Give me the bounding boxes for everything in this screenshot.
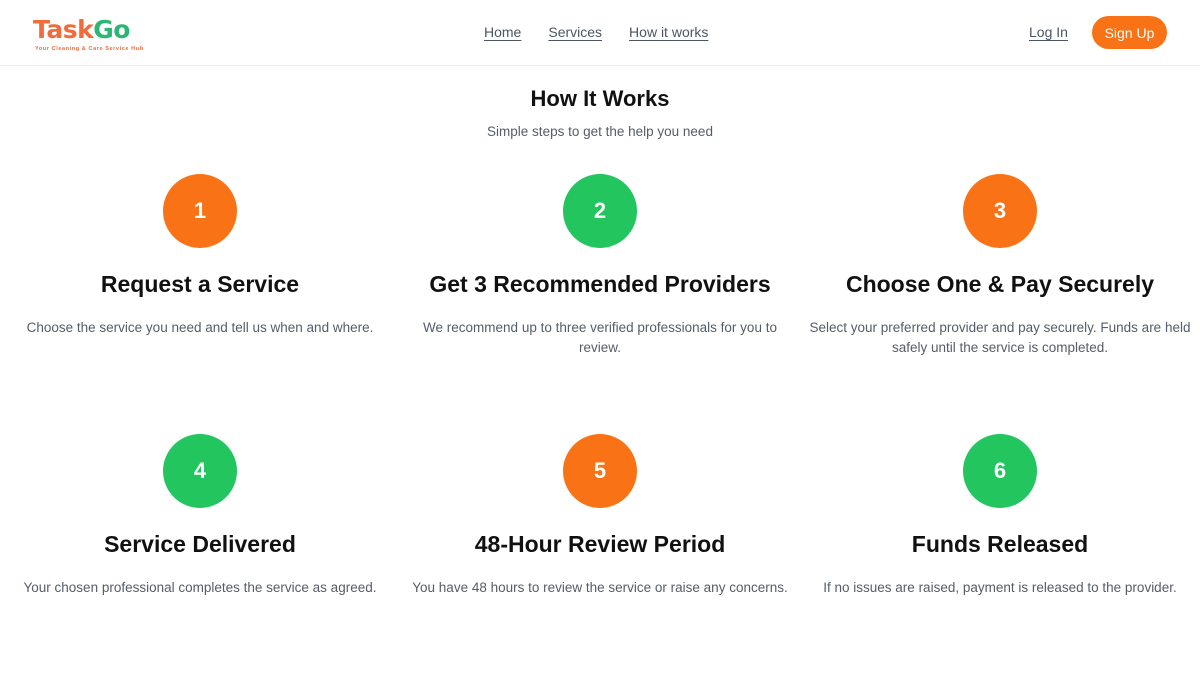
step-title: Choose One & Pay Securely <box>845 271 1155 297</box>
logo-tagline: Your Cleaning & Care Service Hub <box>35 46 144 52</box>
logo-wordmark: TaskGo <box>33 15 163 45</box>
step-number-badge: 6 <box>963 434 1037 508</box>
step-card-3: 3 Choose One & Pay Securely Select your … <box>800 174 1200 434</box>
nav-link-how-it-works[interactable]: How it works <box>629 24 708 41</box>
nav-link-services[interactable]: Services <box>548 24 602 41</box>
logo-text-task: Task <box>33 15 94 44</box>
section-subtitle: Simple steps to get the help you need <box>487 124 713 139</box>
step-description: You have 48 hours to review the service … <box>412 580 788 595</box>
login-link[interactable]: Log In <box>1029 24 1068 41</box>
step-card-1: 1 Request a Service Choose the service y… <box>0 174 400 434</box>
main-nav: Home Services How it works <box>484 24 708 41</box>
step-title: Get 3 Recommended Providers <box>429 271 771 297</box>
step-number-badge: 4 <box>163 434 237 508</box>
step-card-6: 6 Funds Released If no issues are raised… <box>800 434 1200 674</box>
navbar: TaskGo Your Cleaning & Care Service Hub … <box>0 0 1200 66</box>
step-description: Choose the service you need and tell us … <box>26 320 374 335</box>
step-number-badge: 2 <box>563 174 637 248</box>
taskgo-logo[interactable]: TaskGo Your Cleaning & Care Service Hub <box>33 15 163 57</box>
step-number-badge: 5 <box>563 434 637 508</box>
step-number-badge: 3 <box>963 174 1037 248</box>
nav-link-home[interactable]: Home <box>484 24 521 41</box>
step-description: Your chosen professional completes the s… <box>23 580 377 595</box>
steps-grid: 1 Request a Service Choose the service y… <box>0 174 1200 674</box>
step-card-4: 4 Service Delivered Your chosen professi… <box>0 434 400 674</box>
signup-button[interactable]: Sign Up <box>1092 16 1167 49</box>
step-card-5: 5 48-Hour Review Period You have 48 hour… <box>400 434 800 674</box>
step-description: If no issues are raised, payment is rele… <box>823 580 1177 595</box>
step-title: Service Delivered <box>104 531 296 557</box>
step-number-badge: 1 <box>163 174 237 248</box>
step-title: Request a Service <box>100 271 300 297</box>
logo-text-go: Go <box>93 15 130 44</box>
step-description: We recommend up to three verified profes… <box>423 320 777 355</box>
step-description: Select your preferred provider and pay s… <box>809 320 1191 355</box>
step-title: 48-Hour Review Period <box>474 531 726 557</box>
step-title: Funds Released <box>911 531 1089 557</box>
step-card-2: 2 Get 3 Recommended Providers We recomme… <box>400 174 800 434</box>
section-title: How It Works <box>530 86 670 111</box>
